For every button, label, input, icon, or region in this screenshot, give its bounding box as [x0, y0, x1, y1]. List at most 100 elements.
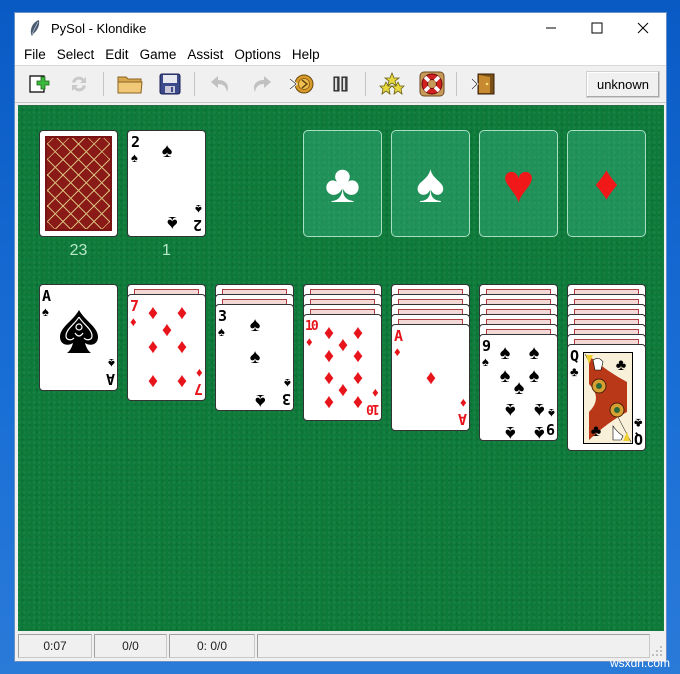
save-button[interactable]	[156, 70, 184, 98]
spade-icon: ♠	[416, 153, 445, 214]
spade-pip: ♠	[528, 365, 540, 387]
watermark-text: wsxdn.com	[609, 656, 670, 670]
menu-edit[interactable]: Edit	[100, 47, 133, 62]
diamond-pip: ♦	[425, 367, 437, 389]
minimize-button[interactable]	[528, 13, 574, 43]
diamond-pip: ♦	[352, 345, 364, 367]
diamond-pip: ♦	[352, 367, 364, 389]
spade-pip: ♠	[161, 140, 173, 162]
stock-pile[interactable]	[39, 130, 118, 237]
card-suit: ♠	[218, 324, 225, 339]
diamond-pip: ♦	[147, 336, 159, 358]
toolbar-separator	[365, 72, 366, 96]
statistics-button[interactable]	[378, 70, 406, 98]
card-suit: ♠	[42, 304, 49, 319]
tableau-5-top-card[interactable]: A ♦ ♦ ♦ A	[391, 324, 470, 431]
redo-button[interactable]	[247, 70, 275, 98]
card-suit: ♠	[548, 406, 555, 421]
pause-button[interactable]	[327, 70, 355, 98]
card-rank: Q	[570, 347, 580, 365]
diamond-pip: ♦	[176, 302, 188, 324]
undo-button[interactable]	[207, 70, 235, 98]
card-rank: A	[394, 327, 404, 345]
card-rank: A	[457, 410, 467, 428]
menu-help[interactable]: Help	[287, 47, 325, 62]
tableau-2-top-card[interactable]: 7 ♦ ♦ ♦ ♦ ♦ ♦ ♦ ♦ ♦ 7	[127, 294, 206, 401]
card-suit: ♦	[130, 314, 137, 329]
menu-assist[interactable]: Assist	[182, 47, 228, 62]
title-bar[interactable]: PySol - Klondike	[15, 13, 666, 43]
diamond-pip: ♦	[323, 391, 335, 413]
card-rank: 9	[482, 337, 492, 355]
undo-icon	[211, 76, 228, 92]
close-icon	[637, 22, 649, 34]
spade-pip: ♠	[505, 399, 516, 421]
spade-pip: ♠	[499, 365, 511, 387]
spade-pip: ♠	[167, 212, 178, 234]
close-button[interactable]	[620, 13, 666, 43]
card-suit: ♠	[284, 376, 291, 391]
diamond-pip: ♦	[176, 336, 188, 358]
exit-door-icon	[471, 73, 495, 95]
card-suit: ♠	[195, 202, 202, 217]
card-suit: ♦	[394, 344, 401, 359]
card-rank: 10	[305, 319, 319, 334]
tableau-1-top-card[interactable]: A ♠ ♠ A	[39, 284, 118, 391]
foundation-hearts[interactable]: ♥	[479, 130, 558, 237]
tableau-3-top-card[interactable]: 3 ♠ ♠ ♠ ♠ ♠ 3	[215, 304, 294, 411]
new-game-button[interactable]	[25, 70, 53, 98]
spade-pip: ♠	[534, 399, 545, 421]
restart-button[interactable]	[65, 70, 93, 98]
tableau-6-top-card[interactable]: 9 ♠ ♠ ♠ ♠ ♠ ♠ ♠ ♠ ♠ ♠ ♠ 9	[479, 334, 558, 441]
diamond-pip: ♦	[337, 379, 349, 401]
card-suit: ♠	[482, 354, 489, 369]
card-rank: A	[42, 287, 52, 305]
lifebuoy-icon	[419, 71, 445, 97]
club-pip: ♣	[591, 423, 602, 440]
card-suit: ♦	[196, 366, 203, 381]
tableau-7-top-card[interactable]: Q ♣ ♣ ♣ ♣ Q	[567, 344, 646, 451]
menu-game[interactable]: Game	[135, 47, 182, 62]
card-rank: 3	[281, 390, 291, 408]
card-suit: ♠	[108, 356, 115, 371]
card-rank: A	[105, 370, 115, 388]
quit-button[interactable]	[469, 70, 497, 98]
card-rank: 10	[368, 401, 380, 416]
open-button[interactable]	[116, 70, 144, 98]
status-time: 0:07	[18, 634, 92, 658]
foundation-clubs[interactable]: ♣	[303, 130, 382, 237]
maximize-button[interactable]	[574, 13, 620, 43]
minimize-icon	[546, 27, 556, 29]
card-suit: ♠	[131, 150, 138, 165]
card-rank: 2	[192, 216, 202, 234]
resize-grip[interactable]	[650, 634, 664, 658]
card-back-pattern	[45, 136, 112, 231]
pause-icon	[333, 76, 348, 92]
autodrop-icon	[289, 74, 314, 94]
player-name-button[interactable]: unknown	[586, 71, 660, 98]
spade-pip: ♠	[249, 346, 261, 368]
diamond-pip: ♦	[147, 302, 159, 324]
waste-count: 1	[162, 242, 171, 259]
foundation-spades[interactable]: ♠	[391, 130, 470, 237]
rules-button[interactable]	[418, 70, 446, 98]
stars-icon	[379, 72, 405, 95]
diamond-pip: ♦	[323, 345, 335, 367]
folder-icon	[117, 76, 143, 94]
card-suit: ♣	[634, 416, 643, 431]
tableau-4-top-card[interactable]: 10 ♦ ♦ ♦ ♦ ♦ ♦ ♦ ♦ ♦ ♦ ♦ ♦ 10	[303, 314, 382, 421]
waste-pile-card[interactable]: 2 ♠ ♠ ♠ ♠ 2	[127, 130, 206, 237]
club-pip: ♣	[616, 357, 627, 374]
status-moves: 0/0	[94, 634, 167, 658]
toolbar: unknown	[15, 65, 666, 103]
club-icon: ♣	[324, 153, 361, 214]
heart-icon: ♥	[502, 153, 535, 214]
foundation-diamonds[interactable]: ♦	[567, 130, 646, 237]
feather-icon	[30, 20, 40, 36]
menu-file[interactable]: File	[19, 47, 51, 62]
autodrop-button[interactable]	[287, 70, 315, 98]
queen-face-art-icon: ♣ ♣	[583, 352, 633, 444]
menu-bar: File Select Edit Game Assist Options Hel…	[15, 43, 666, 65]
menu-options[interactable]: Options	[229, 47, 286, 62]
menu-select[interactable]: Select	[52, 47, 100, 62]
